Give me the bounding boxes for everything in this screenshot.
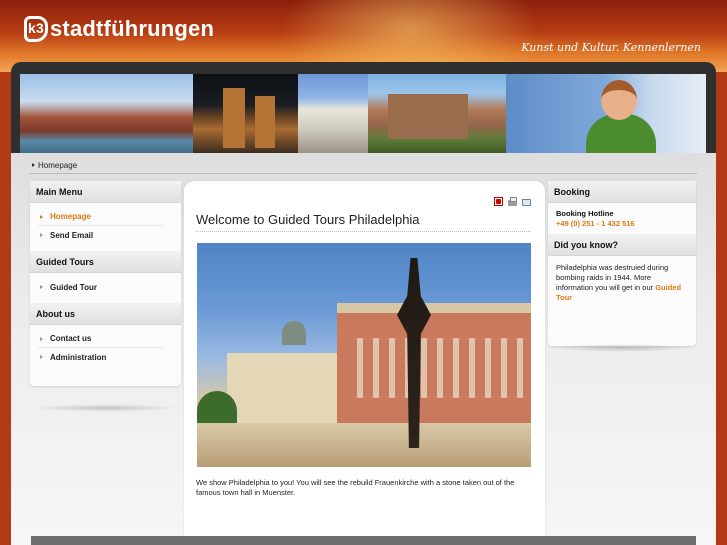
logo-text: stadtführungen: [50, 16, 215, 41]
header-banner: [20, 74, 706, 153]
breadcrumb-arrow-icon: [32, 163, 35, 167]
footer-bar: [31, 536, 696, 545]
hotline-phone: +49 (0) 251 - 1 432 516: [556, 219, 635, 228]
banner-photo-castle: [368, 74, 506, 153]
breadcrumb-current[interactable]: Homepage: [38, 161, 77, 170]
site-logo[interactable]: k3 stadtführungen: [24, 16, 214, 42]
menu-item-label: Homepage: [50, 212, 91, 221]
breadcrumb: Homepage: [29, 157, 697, 174]
menu-item-label: Contact us: [50, 334, 92, 343]
email-icon[interactable]: [522, 199, 531, 206]
banner-photo-town-hall: [298, 74, 368, 153]
banner-photo-cathedral: [193, 74, 298, 153]
menu-item-guided-tour[interactable]: Guided Tour: [38, 278, 163, 296]
menu-item-homepage[interactable]: Homepage: [38, 208, 163, 226]
about-us-title: About us: [30, 303, 181, 325]
menu-item-label: Guided Tour: [50, 282, 97, 292]
booking-title: Booking: [548, 181, 696, 203]
guided-tours-title: Guided Tours: [30, 251, 181, 273]
hotline-label: Booking Hotline: [556, 209, 614, 218]
booking-module: Booking Hotline +49 (0) 251 - 1 432 516: [548, 203, 696, 234]
right-sidebar-shadow: [548, 344, 694, 352]
article-tools: [494, 197, 531, 206]
banner-photo-guide: [506, 74, 706, 153]
logo-mark: k3: [24, 16, 48, 42]
menu-arrow-icon: [40, 285, 43, 289]
article-intro: We show Philadelphia to you! You will se…: [196, 478, 515, 497]
menu-item-administration[interactable]: Administration: [38, 348, 163, 366]
menu-item-label: Send Email: [50, 230, 94, 240]
guided-tours-menu: Guided Tour: [30, 273, 181, 303]
menu-item-label: Administration: [50, 352, 107, 362]
main-menu-title: Main Menu: [30, 181, 181, 203]
article-photo-palace: [197, 243, 531, 467]
about-us-menu: Contact us Administration: [30, 325, 181, 373]
main-content: Welcome to Guided Tours Philadelphia We …: [184, 181, 545, 545]
print-icon[interactable]: [508, 197, 517, 206]
menu-item-contact-us[interactable]: Contact us: [38, 330, 163, 348]
menu-item-send-email[interactable]: Send Email: [38, 226, 163, 244]
site-tagline: Kunst und Kultur. Kennenlernen: [521, 41, 701, 54]
did-you-know-body: Philadelphia was destruied during bombin…: [556, 263, 669, 292]
menu-arrow-icon: [40, 336, 43, 341]
did-you-know-text: Philadelphia was destruied during bombin…: [548, 256, 696, 310]
page-title: Welcome to Guided Tours Philadelphia: [196, 212, 531, 232]
left-sidebar-shadow: [32, 404, 180, 412]
main-menu: Homepage Send Email: [30, 203, 181, 251]
menu-arrow-icon: [40, 214, 43, 219]
menu-arrow-icon: [40, 355, 43, 359]
right-sidebar: Booking Booking Hotline +49 (0) 251 - 1 …: [548, 181, 696, 346]
banner-photo-harbor: [20, 74, 193, 153]
menu-arrow-icon: [40, 233, 43, 237]
left-sidebar: Main Menu Homepage Send Email Guided Tou…: [30, 181, 181, 386]
pdf-icon[interactable]: [494, 197, 503, 206]
did-you-know-title: Did you know?: [548, 234, 696, 256]
